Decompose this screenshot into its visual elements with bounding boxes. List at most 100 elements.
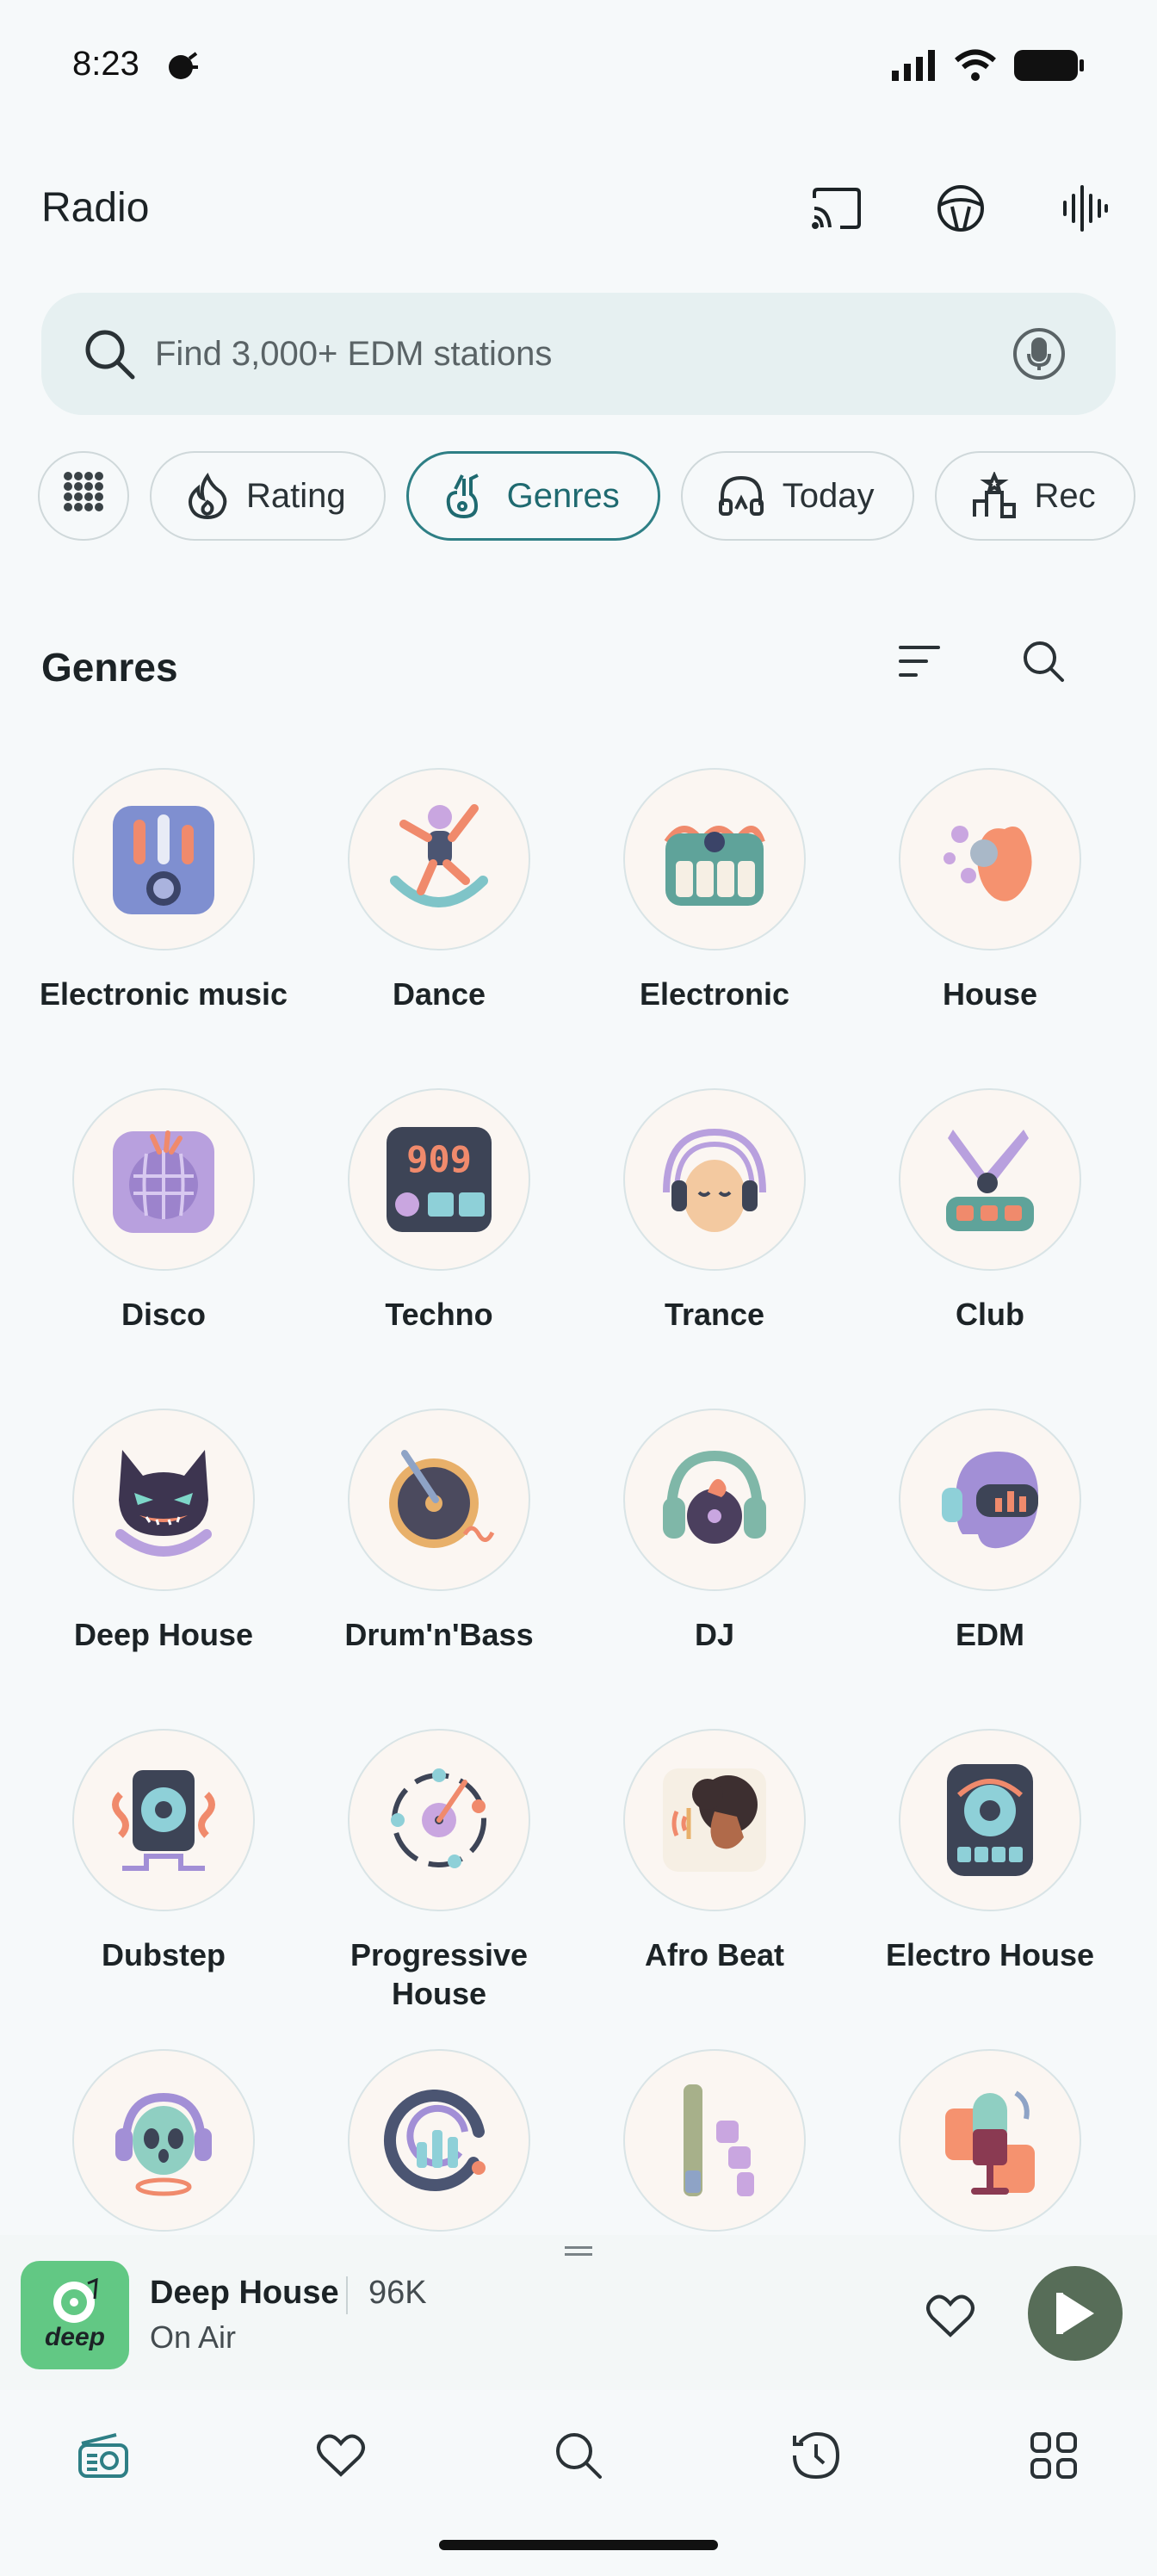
- flame-icon: [186, 473, 229, 519]
- genre-electronic[interactable]: Electronic: [577, 768, 852, 1013]
- divider: [346, 2276, 348, 2314]
- genre-electro-house[interactable]: Electro House: [852, 1729, 1128, 1974]
- genre-dj[interactable]: DJ: [577, 1409, 852, 1654]
- robot-helmet-icon: [899, 1409, 1081, 1591]
- grid-dots-icon: [63, 471, 104, 521]
- genre-label: Electro House: [885, 1937, 1095, 1972]
- drag-handle[interactable]: [565, 2245, 592, 2256]
- genre-item[interactable]: [301, 2049, 577, 2256]
- section-search-icon[interactable]: [1016, 634, 1071, 689]
- genre-deep-house[interactable]: Deep House: [26, 1409, 301, 1654]
- chip-label: Genres: [506, 476, 620, 515]
- vinyl-player-icon: [348, 1409, 530, 1591]
- genre-label: Electronic music: [39, 976, 288, 1012]
- player-status: On Air: [150, 2319, 237, 2355]
- genre-label: Deep House: [73, 1617, 254, 1652]
- steering-wheel-icon[interactable]: [931, 179, 990, 238]
- genre-label: DJ: [694, 1617, 735, 1652]
- genre-label: Techno: [385, 1297, 493, 1332]
- genre-house[interactable]: House: [852, 768, 1128, 1013]
- chip-label: Rating: [246, 476, 346, 515]
- sort-icon[interactable]: [892, 634, 947, 689]
- genre-label: Disco: [121, 1297, 207, 1332]
- podium-icon: [971, 472, 1018, 520]
- genre-afro-beat[interactable]: Afro Beat: [577, 1729, 852, 1974]
- genre-item[interactable]: [577, 2049, 852, 2256]
- genre-label: Afro Beat: [644, 1937, 785, 1972]
- genre-label: Dubstep: [102, 1937, 226, 1972]
- synth-keyboard-icon: [623, 768, 806, 951]
- signal-icon: [892, 50, 935, 81]
- chip-rating[interactable]: Rating: [150, 451, 386, 541]
- genre-label: Trance: [664, 1297, 765, 1332]
- genre-label: House: [942, 976, 1038, 1012]
- genre-drum-n-bass[interactable]: Drum'n'Bass: [301, 1409, 577, 1654]
- genre-label: Progressive House: [350, 1937, 529, 2011]
- nav-apps-icon[interactable]: [1023, 2424, 1085, 2486]
- station-artwork[interactable]: deep: [21, 2261, 129, 2369]
- vinyl-logo-icon: [53, 2278, 98, 2323]
- microphone-icon: [899, 2049, 1081, 2232]
- cat-face-icon: [72, 1409, 255, 1591]
- dj-booth-icon: [899, 1088, 1081, 1271]
- play-button[interactable]: [1028, 2266, 1123, 2361]
- mixer-sliders-icon: [623, 2049, 806, 2232]
- equalizer-speaker-icon: [72, 768, 255, 951]
- sound-wave-icon[interactable]: [1055, 179, 1114, 238]
- alien-headphones-icon: [72, 2049, 255, 2232]
- chip-label: Today: [782, 476, 875, 515]
- genre-dubstep[interactable]: Dubstep: [26, 1729, 301, 1974]
- genre-label: Electronic: [639, 976, 790, 1012]
- genre-label: Dance: [392, 976, 486, 1012]
- player-listener-count: 96K: [368, 2275, 427, 2311]
- status-time: 8:23: [72, 45, 139, 83]
- play-icon: [1056, 2293, 1094, 2334]
- mini-player[interactable]: [0, 2235, 1157, 2390]
- orbit-record-icon: [348, 1729, 530, 1911]
- genre-progressive-house[interactable]: Progressive House: [301, 1729, 577, 2013]
- genre-edm[interactable]: EDM: [852, 1409, 1128, 1654]
- genre-club[interactable]: Club: [852, 1088, 1128, 1334]
- genre-label: Drum'n'Bass: [344, 1617, 534, 1652]
- disco-ball-icon: [72, 1088, 255, 1271]
- home-indicator[interactable]: [439, 2540, 718, 2550]
- cast-icon[interactable]: [807, 179, 866, 238]
- search-input[interactable]: Find 3,000+ EDM stations: [155, 335, 1012, 374]
- genre-label: EDM: [956, 1617, 1024, 1652]
- guitar-icon: [443, 472, 490, 520]
- nav-favorites-icon[interactable]: [310, 2424, 372, 2486]
- dj-headphones-icon: [623, 1409, 806, 1591]
- favorite-heart-icon[interactable]: [923, 2288, 978, 2344]
- genre-dance[interactable]: Dance: [301, 768, 577, 1013]
- chip-label: Rec: [1034, 476, 1096, 515]
- chip-today[interactable]: Today: [680, 451, 914, 541]
- chip-recommended[interactable]: Rec: [934, 451, 1135, 541]
- afro-portrait-icon: [623, 1729, 806, 1911]
- chip-all-categories[interactable]: [38, 451, 129, 541]
- chip-genres[interactable]: Genres: [405, 451, 660, 541]
- speaker-icon: [899, 1729, 1081, 1911]
- nav-history-icon[interactable]: [785, 2424, 847, 2486]
- genre-techno[interactable]: 909 Techno: [301, 1088, 577, 1334]
- filter-chips: Rating Genres Today Rec: [38, 451, 1135, 546]
- svg-text:909: 909: [406, 1138, 472, 1180]
- headphones-icon: [717, 474, 765, 517]
- drum-machine-909-icon: 909: [348, 1088, 530, 1271]
- search-bar[interactable]: Find 3,000+ EDM stations: [41, 293, 1116, 415]
- nav-radio-icon[interactable]: [72, 2424, 134, 2486]
- genre-item[interactable]: [852, 2049, 1128, 2256]
- genre-item[interactable]: [26, 2049, 301, 2256]
- genre-label: Club: [956, 1297, 1024, 1332]
- status-icons: [892, 48, 1085, 83]
- genre-electronic-music[interactable]: Electronic music: [26, 768, 301, 1013]
- nav-search-icon[interactable]: [548, 2424, 609, 2486]
- genre-disco[interactable]: Disco: [26, 1088, 301, 1334]
- hand-snap-icon: [899, 768, 1081, 951]
- player-station-name: Deep House: [150, 2275, 339, 2311]
- dancer-icon: [348, 768, 530, 951]
- genre-trance[interactable]: Trance: [577, 1088, 852, 1334]
- face-headphones-icon: [623, 1088, 806, 1271]
- subwoofer-icon: [72, 1729, 255, 1911]
- signal-bars-icon: [348, 2049, 530, 2232]
- microphone-icon[interactable]: [1012, 327, 1066, 381]
